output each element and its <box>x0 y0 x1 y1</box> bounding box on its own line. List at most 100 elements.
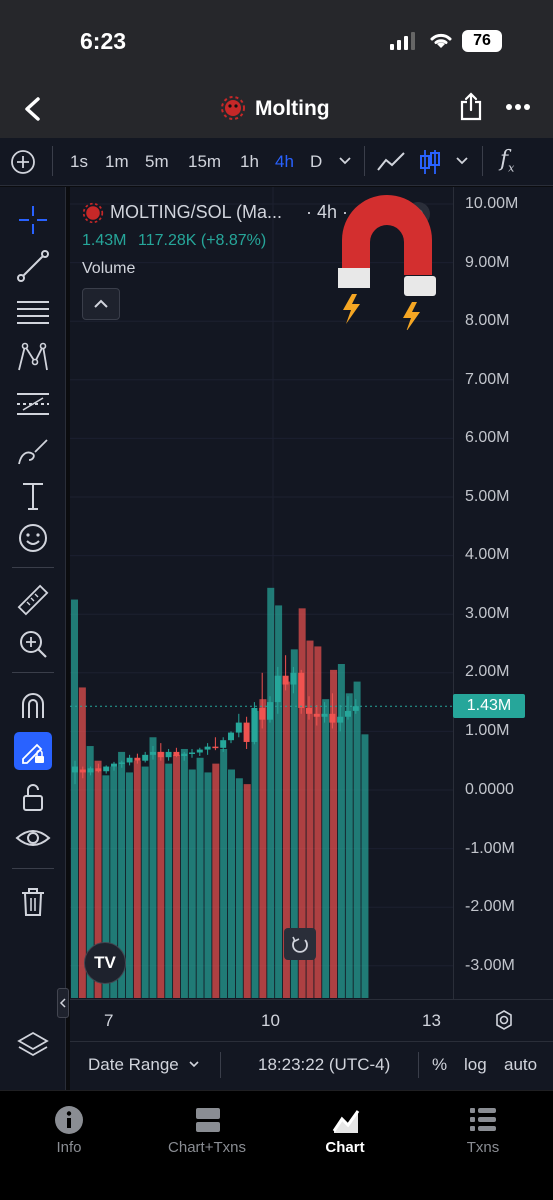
candle-body <box>87 768 94 773</box>
volume-bar <box>141 766 149 998</box>
chevron-left-icon <box>59 998 66 1008</box>
candle-body <box>235 722 242 733</box>
volume-bar <box>173 754 181 998</box>
volume-bar <box>251 710 259 998</box>
volume-bar <box>345 693 353 998</box>
chart-icon[interactable] <box>331 1105 361 1135</box>
candle-body <box>228 732 234 741</box>
log-toggle[interactable]: log <box>464 1055 487 1075</box>
clock-timezone[interactable]: 18:23:22 (UTC-4) <box>258 1055 390 1075</box>
auto-toggle[interactable]: auto <box>504 1055 537 1075</box>
list-icon[interactable] <box>468 1106 498 1134</box>
legend-volume-value: 1.43M <box>82 232 127 249</box>
chevron-up-icon <box>94 299 108 308</box>
candle-body <box>274 675 281 703</box>
candle-body <box>157 751 164 758</box>
volume-bar <box>353 681 361 998</box>
candle-body <box>329 713 336 723</box>
settings-icon[interactable] <box>492 1008 516 1032</box>
volume-bar <box>133 760 141 998</box>
candle-body <box>196 749 203 753</box>
date-range-selector[interactable]: Date Range <box>88 1055 179 1075</box>
candle-body <box>282 675 289 685</box>
candle-body <box>118 762 125 764</box>
layers-icon[interactable] <box>13 1025 53 1065</box>
magnet-emoji-icon <box>338 195 436 330</box>
candle-body <box>212 746 219 749</box>
chevron-down-icon[interactable] <box>188 1060 200 1070</box>
volume-bar <box>235 778 243 998</box>
price-tick-label: -2.00M <box>465 898 515 915</box>
tab-chart-txns[interactable]: Chart+Txns <box>147 1139 267 1156</box>
candle-body <box>337 716 344 723</box>
price-tick-label: 5.00M <box>465 488 510 505</box>
candle-body <box>321 713 328 717</box>
volume-bar <box>259 699 267 998</box>
tab-txns[interactable]: Txns <box>423 1139 543 1156</box>
candle-body <box>306 707 312 714</box>
info-icon[interactable] <box>54 1105 84 1135</box>
volume-bar <box>71 599 78 998</box>
candle-body <box>142 754 149 761</box>
reset-chart-button[interactable] <box>284 928 316 960</box>
volume-bar <box>212 763 220 998</box>
candle-body <box>79 769 86 773</box>
collapse-legend-button[interactable] <box>82 288 120 320</box>
volume-bar <box>157 751 165 998</box>
candle-body <box>181 753 188 757</box>
price-tick-label: 7.00M <box>465 371 510 388</box>
candle-body <box>251 707 258 742</box>
candle-body <box>259 707 266 720</box>
candle-body <box>204 746 211 750</box>
tab-info[interactable]: Info <box>9 1139 129 1156</box>
candle-body <box>134 757 141 761</box>
candle-body <box>267 702 273 720</box>
price-tick-label: -1.00M <box>465 840 515 857</box>
volume-bar <box>243 784 251 998</box>
legend-change: 117.28K (+8.87%) <box>138 232 267 249</box>
volume-bar <box>322 699 330 998</box>
time-tick-label: 10 <box>261 1011 280 1030</box>
volume-bar <box>125 772 133 998</box>
candle-body <box>243 722 250 742</box>
expand-toolbar-handle[interactable] <box>57 988 69 1018</box>
volume-bar <box>361 734 369 998</box>
candle-body <box>95 768 102 772</box>
percent-toggle[interactable]: % <box>432 1055 447 1075</box>
time-axis[interactable] <box>70 999 553 1041</box>
volume-bar <box>267 587 275 998</box>
candle-body <box>111 763 117 767</box>
tab-chart[interactable]: Chart <box>285 1139 405 1156</box>
price-tick-label: 6.00M <box>465 429 510 446</box>
tradingview-logo[interactable]: TV <box>84 942 126 984</box>
candle-body <box>103 766 110 772</box>
bar-divider <box>220 1052 221 1078</box>
bar-divider <box>418 1052 419 1078</box>
price-tick-label: 3.00M <box>465 605 510 622</box>
price-tick-label: 10.00M <box>465 195 519 212</box>
candle-body <box>298 672 305 708</box>
volume-bar <box>180 748 188 998</box>
candle-body <box>165 751 172 758</box>
legend-symbol[interactable]: MOLTING/SOL (Ma... <box>110 202 282 223</box>
candle-body <box>72 766 78 773</box>
candle-body <box>352 706 359 711</box>
price-tick-label: 1.00M <box>465 722 510 739</box>
token-logo-icon <box>82 202 104 224</box>
volume-bar <box>78 687 86 998</box>
reset-icon <box>292 936 308 953</box>
volume-label: Volume <box>82 260 136 277</box>
volume-bar <box>228 769 235 998</box>
price-tick-label: 8.00M <box>465 312 510 329</box>
candle-body <box>126 757 133 763</box>
time-tick-label: 7 <box>104 1011 114 1030</box>
candle-body <box>189 752 195 754</box>
volume-bar <box>188 769 196 998</box>
price-tick-label: 0.0000 <box>465 781 514 798</box>
volume-bar <box>149 737 157 998</box>
price-tick-label: -3.00M <box>465 957 515 974</box>
time-tick-label: 13 <box>422 1011 441 1030</box>
candle-body <box>313 713 320 717</box>
chart-txns-icon[interactable] <box>194 1106 222 1134</box>
price-tick-label: 4.00M <box>465 546 510 563</box>
